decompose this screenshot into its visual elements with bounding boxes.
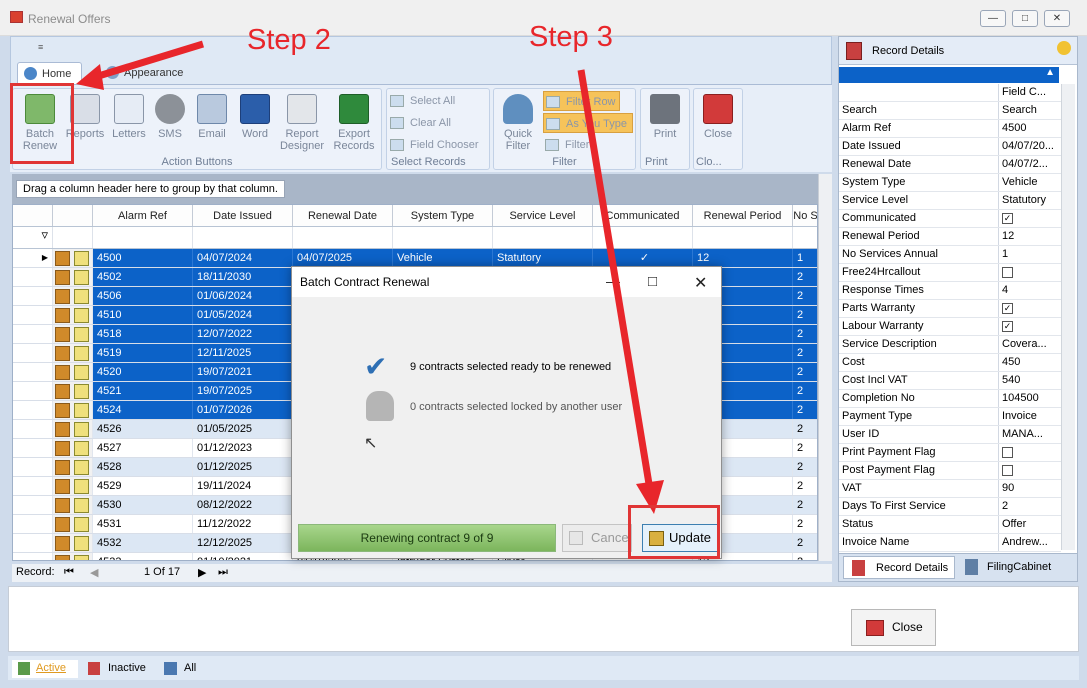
step3-label: Step 3 [529, 21, 613, 53]
step2-arrow [90, 40, 205, 82]
step3-arrow [577, 69, 654, 491]
step3-arrowhead [636, 480, 664, 514]
step2-label: Step 2 [247, 24, 331, 56]
step2-arrowhead [76, 64, 104, 90]
annotation-layer [76, 40, 664, 514]
